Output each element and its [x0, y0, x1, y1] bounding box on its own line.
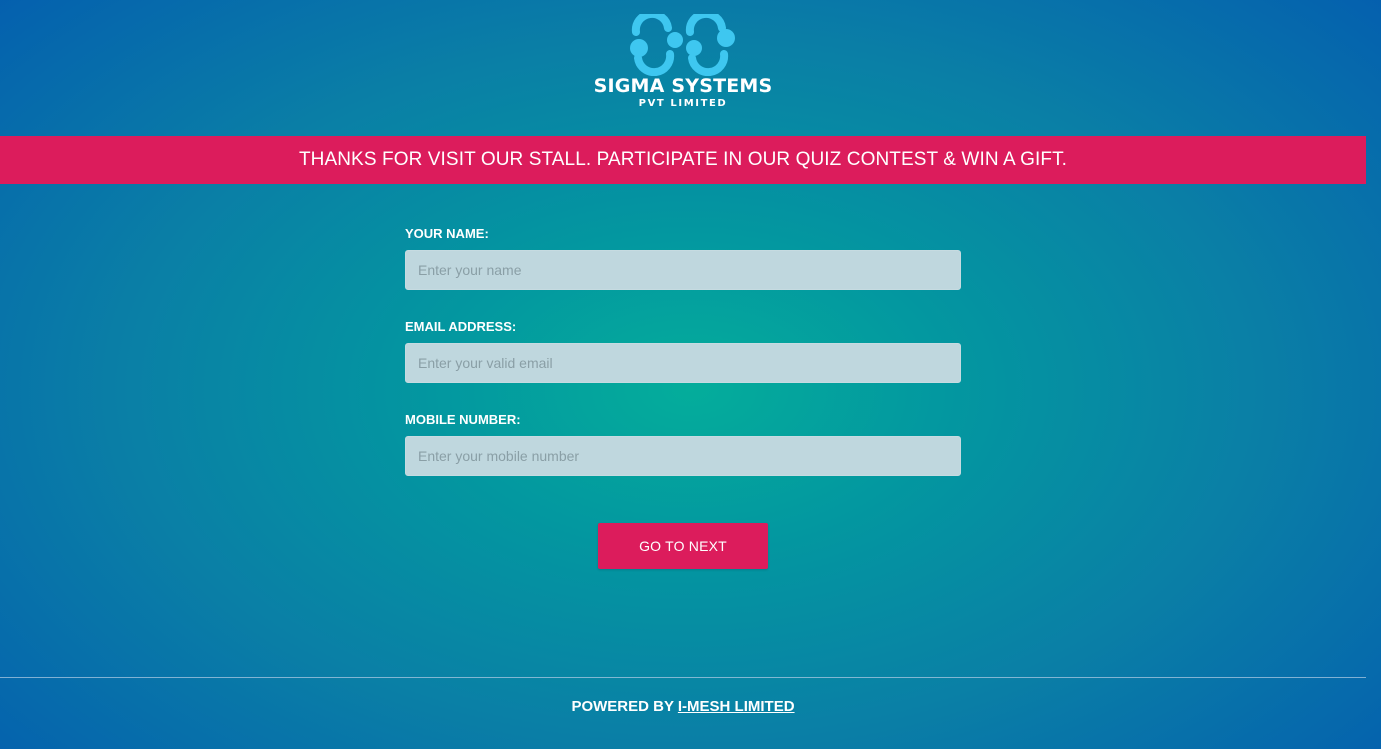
registration-form: YOUR NAME: EMAIL ADDRESS: MOBILE NUMBER:	[405, 224, 961, 503]
footer: POWERED BY I-MESH LIMITED	[0, 698, 1366, 715]
name-input[interactable]	[405, 250, 961, 290]
brand-header: SIGMA SYSTEMS PVT LIMITED	[0, 0, 1366, 136]
footer-divider	[0, 677, 1366, 678]
email-input[interactable]	[405, 343, 961, 383]
promo-banner: THANKS FOR VISIT OUR STALL. PARTICIPATE …	[0, 136, 1366, 184]
imesh-link[interactable]: I-MESH LIMITED	[678, 698, 795, 715]
go-to-next-button[interactable]: GO TO NEXT	[598, 523, 768, 569]
brand-name: SIGMA SYSTEMS	[593, 75, 773, 97]
mobile-label: MOBILE NUMBER:	[405, 412, 521, 427]
email-field-group: EMAIL ADDRESS:	[405, 317, 961, 410]
footer-powered-by: POWERED BY	[571, 698, 674, 715]
email-label: EMAIL ADDRESS:	[405, 319, 517, 334]
sigma-rings-logo-icon	[630, 14, 735, 76]
name-label: YOUR NAME:	[405, 226, 489, 241]
mobile-field-group: MOBILE NUMBER:	[405, 410, 961, 503]
name-field-group: YOUR NAME:	[405, 224, 961, 317]
mobile-input[interactable]	[405, 436, 961, 476]
brand-tagline: PVT LIMITED	[638, 98, 728, 109]
